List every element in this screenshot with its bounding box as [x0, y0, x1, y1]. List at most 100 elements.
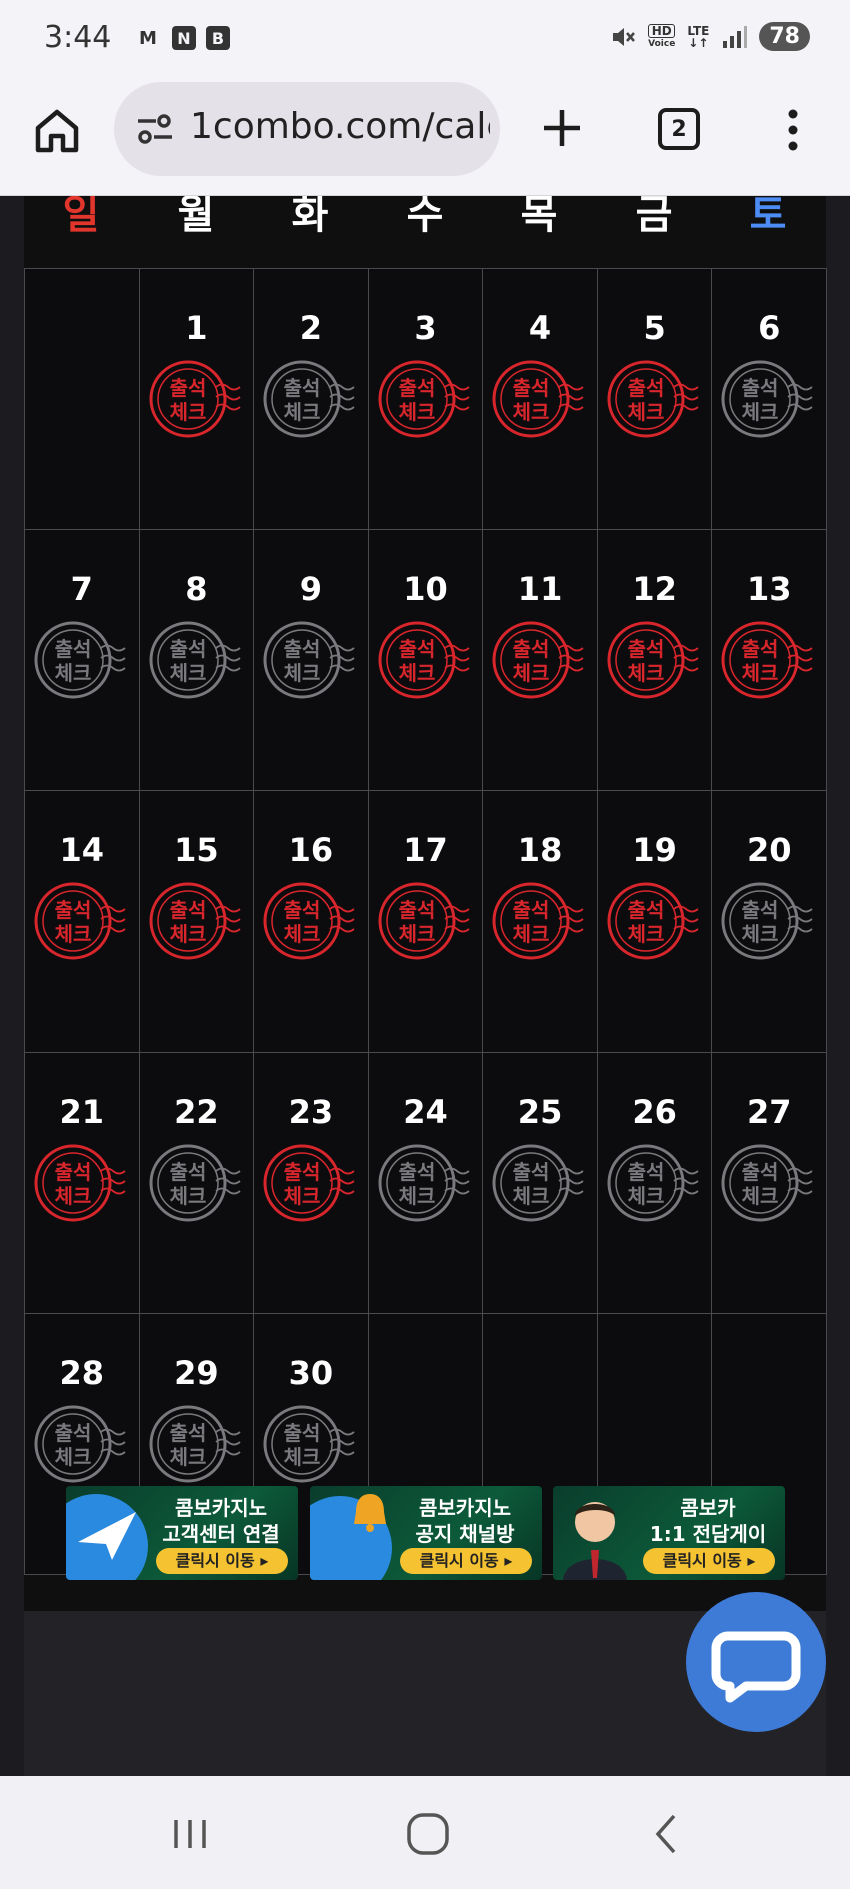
- banner-cta[interactable]: 클릭시 이동 ▸: [400, 1548, 532, 1574]
- new-tab-icon[interactable]: [542, 108, 582, 148]
- tab-switcher-button[interactable]: 2: [658, 108, 700, 150]
- gmail-icon: M: [139, 27, 157, 49]
- calendar-day-cell[interactable]: 14 출석 체크: [24, 790, 140, 1053]
- weekday-sat: 토: [749, 196, 787, 238]
- day-number: 18: [517, 831, 563, 870]
- stamp-label-line1: 출석: [513, 376, 550, 400]
- stamp-label-line2: 체크: [55, 922, 92, 946]
- stamp-label-line2: 체크: [55, 661, 92, 685]
- calendar-day-cell[interactable]: 11 출석 체크: [482, 529, 598, 792]
- calendar-day-cell[interactable]: 6 출석 체크: [711, 268, 827, 531]
- stamp-label-line2: 체크: [55, 1184, 92, 1208]
- calendar-day-cell[interactable]: 7 출석 체크: [24, 529, 140, 792]
- day-number: 4: [528, 309, 552, 347]
- calendar-day-cell[interactable]: 1 출석 체크: [138, 268, 255, 531]
- stamp-label-line2: 체크: [398, 661, 435, 685]
- calendar-grid: 1 출석 체크 2 출석 체크 3 출석 체크 4 출석 체크 5 출석 체크 6 출석 체크 7 출석 체크 8 출석 체크…: [24, 268, 827, 1575]
- calendar-day-cell[interactable]: 9 출석 체크: [253, 529, 369, 792]
- status-time: 3:44: [44, 20, 112, 55]
- attendance-stamp-icon: 출석체크: [721, 1144, 813, 1222]
- day-number: 6: [758, 309, 781, 347]
- stamp-label-line2: 체크: [169, 1445, 206, 1469]
- attendance-stamp-icon: 출석체크: [721, 621, 813, 699]
- stamp-label-line2: 체크: [627, 400, 664, 424]
- calendar-day-cell[interactable]: 13 출석 체크: [711, 529, 827, 792]
- calendar-day-cell[interactable]: 20 출석 체크: [711, 790, 827, 1053]
- more-menu-icon[interactable]: [784, 108, 802, 152]
- stamp-label-line2: 체크: [284, 922, 321, 946]
- attendance-stamp-icon: 출석체크: [263, 1144, 355, 1222]
- stamp-label-line1: 출석: [513, 898, 550, 922]
- attendance-stamp-icon: 출석체크: [492, 360, 584, 438]
- site-settings-icon[interactable]: [136, 112, 174, 146]
- stamp-label-line1: 출석: [742, 898, 779, 922]
- day-number: 16: [288, 831, 334, 870]
- calendar-day-cell[interactable]: 8 출석 체크: [138, 529, 255, 792]
- day-number: 10: [403, 570, 448, 609]
- home-nav-icon[interactable]: [398, 1806, 458, 1862]
- stamp-label-line1: 출석: [284, 376, 321, 400]
- attendance-stamp-icon: 출석체크: [607, 621, 699, 699]
- calendar-day-cell[interactable]: 27 출석 체크: [711, 1051, 827, 1314]
- system-nav-bar: [0, 1776, 850, 1889]
- calendar-day-cell[interactable]: 16 출석 체크: [253, 790, 369, 1053]
- calendar-day-cell[interactable]: 18 출석 체크: [482, 790, 598, 1053]
- banner-customer-center[interactable]: 콤보카지노 고객센터 연결 클릭시 이동 ▸: [66, 1486, 298, 1580]
- mute-icon: [613, 27, 636, 46]
- stamp-label-line1: 출석: [169, 1421, 206, 1445]
- weekday-tue: 화: [291, 196, 329, 238]
- stamp-label-line1: 출석: [55, 637, 92, 661]
- day-number: 3: [414, 309, 437, 347]
- stamp-label-line1: 출석: [742, 1160, 779, 1184]
- calendar-day-cell[interactable]: 4 출석 체크: [482, 268, 598, 531]
- calendar-day-cell[interactable]: 3 출석 체크: [367, 268, 484, 531]
- day-number: 15: [174, 831, 219, 870]
- calendar-day-cell[interactable]: 24 출석 체크: [367, 1051, 484, 1314]
- stamp-label-line2: 체크: [169, 1184, 206, 1208]
- stamp-label-line2: 체크: [284, 400, 321, 424]
- stamp-label-line2: 체크: [513, 661, 550, 685]
- weekday-thu: 목: [520, 196, 558, 238]
- stamp-label-line2: 체크: [55, 1445, 92, 1469]
- attendance-stamp-icon: 출석체크: [34, 1405, 126, 1483]
- calendar-day-cell[interactable]: 10 출석 체크: [367, 529, 484, 792]
- status-bar: 3:44 M N B HD Voice LTE ↓↑ 78: [0, 0, 850, 80]
- stamp-label-line2: 체크: [513, 922, 550, 946]
- status-right: HD Voice LTE ↓↑ 78: [610, 22, 810, 51]
- stamp-label-line1: 출석: [627, 1160, 664, 1184]
- browser-toolbar: 1combo.com/cale 2: [0, 80, 850, 196]
- calendar-day-cell[interactable]: 23 출석 체크: [253, 1051, 369, 1314]
- calendar-day-cell[interactable]: 21 출석 체크: [24, 1051, 140, 1314]
- calendar-day-cell[interactable]: 17 출석 체크: [367, 790, 484, 1053]
- stamp-label-line1: 출석: [55, 1160, 92, 1184]
- battery-indicator: 78: [759, 22, 810, 51]
- back-nav-icon[interactable]: [636, 1806, 696, 1862]
- stamp-label-line1: 출석: [55, 898, 92, 922]
- home-icon[interactable]: [32, 106, 82, 156]
- calendar-day-cell[interactable]: 15 출석 체크: [138, 790, 255, 1053]
- address-bar[interactable]: 1combo.com/cale: [114, 82, 500, 176]
- recent-apps-icon[interactable]: [160, 1806, 220, 1862]
- calendar-day-cell[interactable]: 22 출석 체크: [138, 1051, 255, 1314]
- banner-dedicated-game[interactable]: 콤보카 1:1 전담게이 클릭시 이동 ▸: [553, 1486, 785, 1580]
- calendar-day-cell[interactable]: 25 출석 체크: [482, 1051, 598, 1314]
- banner-notice-channel[interactable]: 콤보카지노 공지 채널방 클릭시 이동 ▸: [310, 1486, 542, 1580]
- stamp-label-line1: 출석: [169, 1160, 206, 1184]
- calendar-day-cell[interactable]: 5 출석 체크: [596, 268, 713, 531]
- calendar-day-cell[interactable]: 12 출석 체크: [596, 529, 713, 792]
- calendar-day-cell[interactable]: 2 출석 체크: [253, 268, 369, 531]
- calendar-day-cell[interactable]: 26 출석 체크: [596, 1051, 713, 1314]
- stamp-label-line2: 체크: [627, 1184, 664, 1208]
- stamp-label-line1: 출석: [398, 1160, 435, 1184]
- bell-icon: [310, 1494, 392, 1580]
- signal-icon: [723, 25, 748, 48]
- banner-cta[interactable]: 클릭시 이동 ▸: [156, 1548, 288, 1574]
- naver-icon: N: [172, 26, 196, 50]
- banner-cta[interactable]: 클릭시 이동 ▸: [643, 1548, 775, 1574]
- chat-button[interactable]: [686, 1592, 826, 1732]
- calendar-day-cell[interactable]: 19 출석 체크: [596, 790, 713, 1053]
- day-number: 29: [174, 1353, 219, 1392]
- stamp-label-line2: 체크: [284, 1184, 321, 1208]
- day-number: 25: [517, 1092, 563, 1131]
- stamp-label-line2: 체크: [627, 661, 664, 685]
